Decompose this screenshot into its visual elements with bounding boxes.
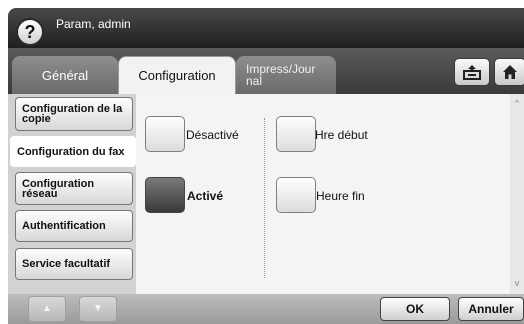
option-off-label: Désactivé bbox=[186, 128, 239, 142]
scroll-down-icon[interactable]: v bbox=[510, 278, 524, 290]
question-mark-icon: ? bbox=[24, 22, 36, 42]
home-button[interactable] bbox=[494, 58, 524, 86]
home-icon bbox=[503, 65, 517, 79]
scrollbar[interactable] bbox=[510, 94, 524, 294]
triangle-up-icon: ▲ bbox=[42, 303, 52, 314]
page-title: Param, admin bbox=[56, 17, 131, 31]
sidebar-item-network-setup[interactable]: Configuration réseau bbox=[15, 172, 133, 205]
sidebar-scroll-down-button[interactable]: ▼ bbox=[79, 296, 117, 322]
sidebar-item-fax-setup[interactable]: Configuration du fax bbox=[10, 136, 136, 167]
sidebar-item-copy-setup[interactable]: Configuration de la copie bbox=[15, 97, 133, 131]
option-on-button[interactable] bbox=[145, 177, 185, 213]
start-time-button[interactable] bbox=[276, 116, 316, 152]
screen: ? Param, admin Général Configuration Imp… bbox=[0, 0, 524, 324]
end-time-button[interactable] bbox=[276, 177, 316, 213]
divider bbox=[264, 118, 265, 278]
sidebar-item-optional-service[interactable]: Service facultatif bbox=[15, 248, 133, 280]
tab-general[interactable]: Général bbox=[12, 56, 118, 94]
tray-export-icon bbox=[463, 65, 481, 80]
end-time-label: Heure fin bbox=[316, 189, 365, 203]
triangle-down-icon: ▼ bbox=[93, 303, 103, 314]
export-button[interactable] bbox=[454, 58, 490, 86]
option-on-label: Activé bbox=[187, 189, 224, 203]
sidebar-item-authentication[interactable]: Authentification bbox=[15, 210, 133, 242]
help-button[interactable]: ? bbox=[16, 18, 44, 46]
tab-impress-journal[interactable]: Impress/Jour nal bbox=[236, 56, 336, 94]
ok-button[interactable]: OK bbox=[380, 297, 450, 321]
tab-configuration[interactable]: Configuration bbox=[118, 56, 236, 94]
start-time-label: Hre début bbox=[315, 128, 368, 142]
sidebar-scroll-up-button[interactable]: ▲ bbox=[28, 296, 66, 322]
cancel-button[interactable]: Annuler bbox=[458, 297, 524, 321]
scroll-up-icon[interactable]: ^ bbox=[510, 98, 524, 110]
option-off-button[interactable] bbox=[145, 116, 185, 152]
